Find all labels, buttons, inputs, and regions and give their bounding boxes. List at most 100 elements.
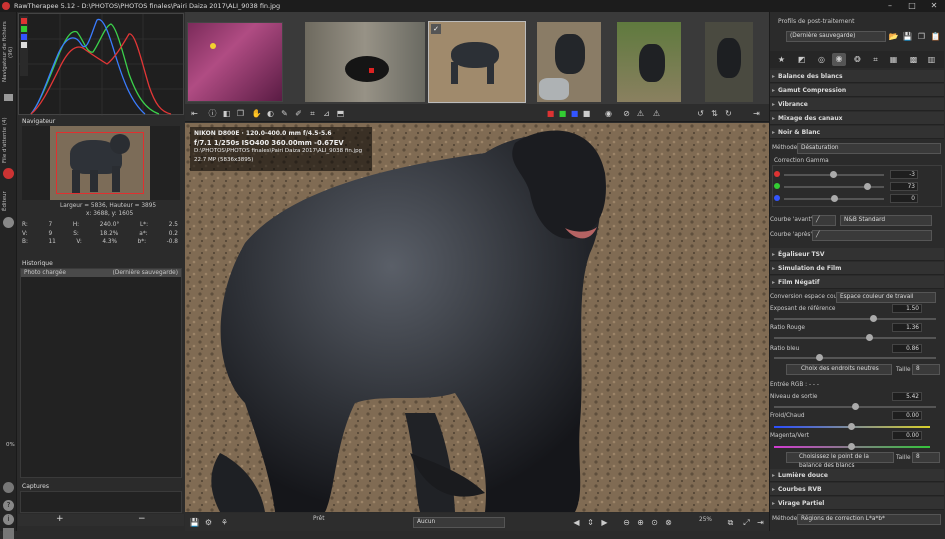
- section-split-toning[interactable]: Virage Partiel: [770, 497, 944, 510]
- transform-tab-icon[interactable]: ⌗: [870, 54, 881, 65]
- navigator-viewport-rect[interactable]: [56, 132, 144, 194]
- curve-before-type[interactable]: ╱: [812, 215, 836, 226]
- zoom-in-icon[interactable]: ⊕: [635, 517, 646, 528]
- rotate-left-icon[interactable]: ↺: [695, 108, 706, 119]
- thumbnail[interactable]: [537, 22, 601, 102]
- zoom-fit-icon[interactable]: ⊙: [649, 517, 660, 528]
- color-picker-icon[interactable]: ✎: [279, 108, 290, 119]
- section-vibrance[interactable]: Vibrance: [770, 98, 944, 111]
- channel-blue-icon[interactable]: ■: [569, 108, 580, 119]
- navigator-preview[interactable]: [22, 126, 180, 200]
- section-rgb-curves[interactable]: Courbes RVB: [770, 483, 944, 496]
- bw-method-select[interactable]: Désaturation: [797, 143, 941, 154]
- crop-icon[interactable]: ⌗: [307, 108, 318, 119]
- send-to-editor-icon[interactable]: ⚘: [219, 517, 230, 528]
- detail-tab-icon[interactable]: ◎: [816, 54, 827, 65]
- grid-tab-icon[interactable]: ▥: [926, 54, 937, 65]
- perspective-icon[interactable]: ⬒: [335, 108, 346, 119]
- fullscreen-icon[interactable]: [3, 528, 14, 539]
- add-capture-button[interactable]: +: [56, 514, 64, 524]
- clipped-shadows-icon[interactable]: ⊘: [621, 108, 632, 119]
- main-image[interactable]: [185, 123, 769, 512]
- output-level-knob[interactable]: [852, 403, 859, 410]
- new-window-icon[interactable]: ⧉: [725, 517, 736, 528]
- next-image-icon[interactable]: ▶: [599, 517, 610, 528]
- size2-select[interactable]: 8: [912, 452, 940, 463]
- hide-left-panel-icon[interactable]: ⇤: [189, 108, 200, 119]
- sync-icon[interactable]: ⇕: [585, 517, 596, 528]
- profile-save-icon[interactable]: 💾: [902, 31, 913, 42]
- close-panel-icon[interactable]: ⇥: [755, 517, 766, 528]
- pick-white-balance-button[interactable]: Choisissez le point de la balance des bl…: [786, 452, 894, 469]
- curve-after-type[interactable]: ╱: [812, 230, 932, 241]
- metadata-tab-icon[interactable]: ▩: [908, 54, 919, 65]
- magenta-green-value[interactable]: 0.00: [892, 431, 922, 440]
- clipped-highlights-warning-icon[interactable]: ⚠: [635, 108, 646, 119]
- copy-icon[interactable]: ❐: [235, 108, 246, 119]
- channel-green-icon[interactable]: ■: [557, 108, 568, 119]
- maximize-button[interactable]: □: [901, 0, 923, 12]
- gamma-green-value[interactable]: 73: [890, 182, 918, 191]
- curve-mode-select[interactable]: N&B Standard: [840, 215, 932, 226]
- prev-image-icon[interactable]: ◀: [571, 517, 582, 528]
- thumbnail-selected[interactable]: ✓: [428, 21, 526, 103]
- focus-mask-icon[interactable]: ◉: [603, 108, 614, 119]
- reference-exponent-knob[interactable]: [870, 315, 877, 322]
- blue-ratio-knob[interactable]: [816, 354, 823, 361]
- reference-exponent-slider[interactable]: [774, 318, 936, 320]
- channel-lum-icon[interactable]: ■: [581, 108, 592, 119]
- red-ratio-value[interactable]: 1.36: [892, 323, 922, 332]
- zoom-100-icon[interactable]: ⊗: [663, 517, 674, 528]
- favorites-tab-icon[interactable]: ★: [776, 54, 787, 65]
- gamma-green-knob[interactable]: [864, 183, 871, 190]
- red-ratio-slider[interactable]: [774, 337, 936, 339]
- editor-icon[interactable]: [3, 217, 14, 228]
- save-icon[interactable]: 💾: [189, 517, 200, 528]
- section-soft-light[interactable]: Lumière douce: [770, 469, 944, 482]
- section-channel-mixer[interactable]: Mixage des canaux: [770, 112, 944, 125]
- rotate-right-icon[interactable]: ↻: [723, 108, 734, 119]
- spot-removal-icon[interactable]: ✐: [293, 108, 304, 119]
- section-gamut-compression[interactable]: Gamut Compression: [770, 84, 944, 97]
- history-row[interactable]: Photo chargée (Dernière sauvegarde): [21, 269, 181, 277]
- channel-red-icon[interactable]: ■: [545, 108, 556, 119]
- tab-queue[interactable]: File d'attente (4): [2, 116, 14, 164]
- histogram-green-toggle[interactable]: [21, 26, 27, 32]
- blue-ratio-slider[interactable]: [774, 357, 936, 359]
- histogram-red-toggle[interactable]: [21, 18, 27, 24]
- magenta-green-knob[interactable]: [848, 443, 855, 450]
- thumbnail[interactable]: [705, 22, 753, 102]
- thumbnail[interactable]: [617, 22, 681, 102]
- profile-select[interactable]: (Dernière sauvegarde): [786, 31, 886, 42]
- pick-neutral-spots-button[interactable]: Choix des endroits neutres: [786, 364, 892, 375]
- info-icon[interactable]: i: [3, 514, 14, 525]
- info-toggle-icon[interactable]: ⓘ: [207, 108, 218, 119]
- straighten-icon[interactable]: ⊿: [321, 108, 332, 119]
- warm-cool-value[interactable]: 0.00: [892, 411, 922, 420]
- tab-file-browser[interactable]: Navigateur de fichiers (96): [2, 17, 14, 87]
- histogram-blue-toggle[interactable]: [21, 34, 27, 40]
- zoom-out-icon[interactable]: ⊖: [621, 517, 632, 528]
- gamma-red-knob[interactable]: [830, 171, 837, 178]
- gamma-blue-knob[interactable]: [831, 195, 838, 202]
- gamma-blue-value[interactable]: 0: [890, 194, 918, 203]
- before-after-icon[interactable]: ◧: [221, 108, 232, 119]
- profile-paste-icon[interactable]: 📋: [930, 31, 941, 42]
- red-ratio-knob[interactable]: [866, 334, 873, 341]
- tab-editor[interactable]: Éditeur: [2, 187, 14, 215]
- queue-add-icon[interactable]: ⚙: [203, 517, 214, 528]
- exposure-tab-icon[interactable]: ◩: [796, 54, 807, 65]
- white-balance-picker-icon[interactable]: ◐: [265, 108, 276, 119]
- minimize-button[interactable]: –: [879, 0, 901, 12]
- color-tab-icon[interactable]: ◉: [832, 53, 846, 66]
- histogram-luma-toggle[interactable]: [21, 42, 27, 48]
- hide-right-panel-icon[interactable]: ⇥: [751, 108, 762, 119]
- help-icon[interactable]: ?: [3, 500, 14, 511]
- color-space-conversion-select[interactable]: Espace couleur de travail: [836, 292, 936, 303]
- section-hsv-equalizer[interactable]: Égaliseur TSV: [770, 248, 944, 261]
- profile-open-icon[interactable]: 📂: [888, 31, 899, 42]
- lab-method-select[interactable]: Régions de correction L*a*b*: [797, 514, 941, 525]
- queue-icon[interactable]: [3, 168, 14, 179]
- section-film-negative[interactable]: Film Négatif: [770, 276, 944, 289]
- section-film-simulation[interactable]: Simulation de Film: [770, 262, 944, 275]
